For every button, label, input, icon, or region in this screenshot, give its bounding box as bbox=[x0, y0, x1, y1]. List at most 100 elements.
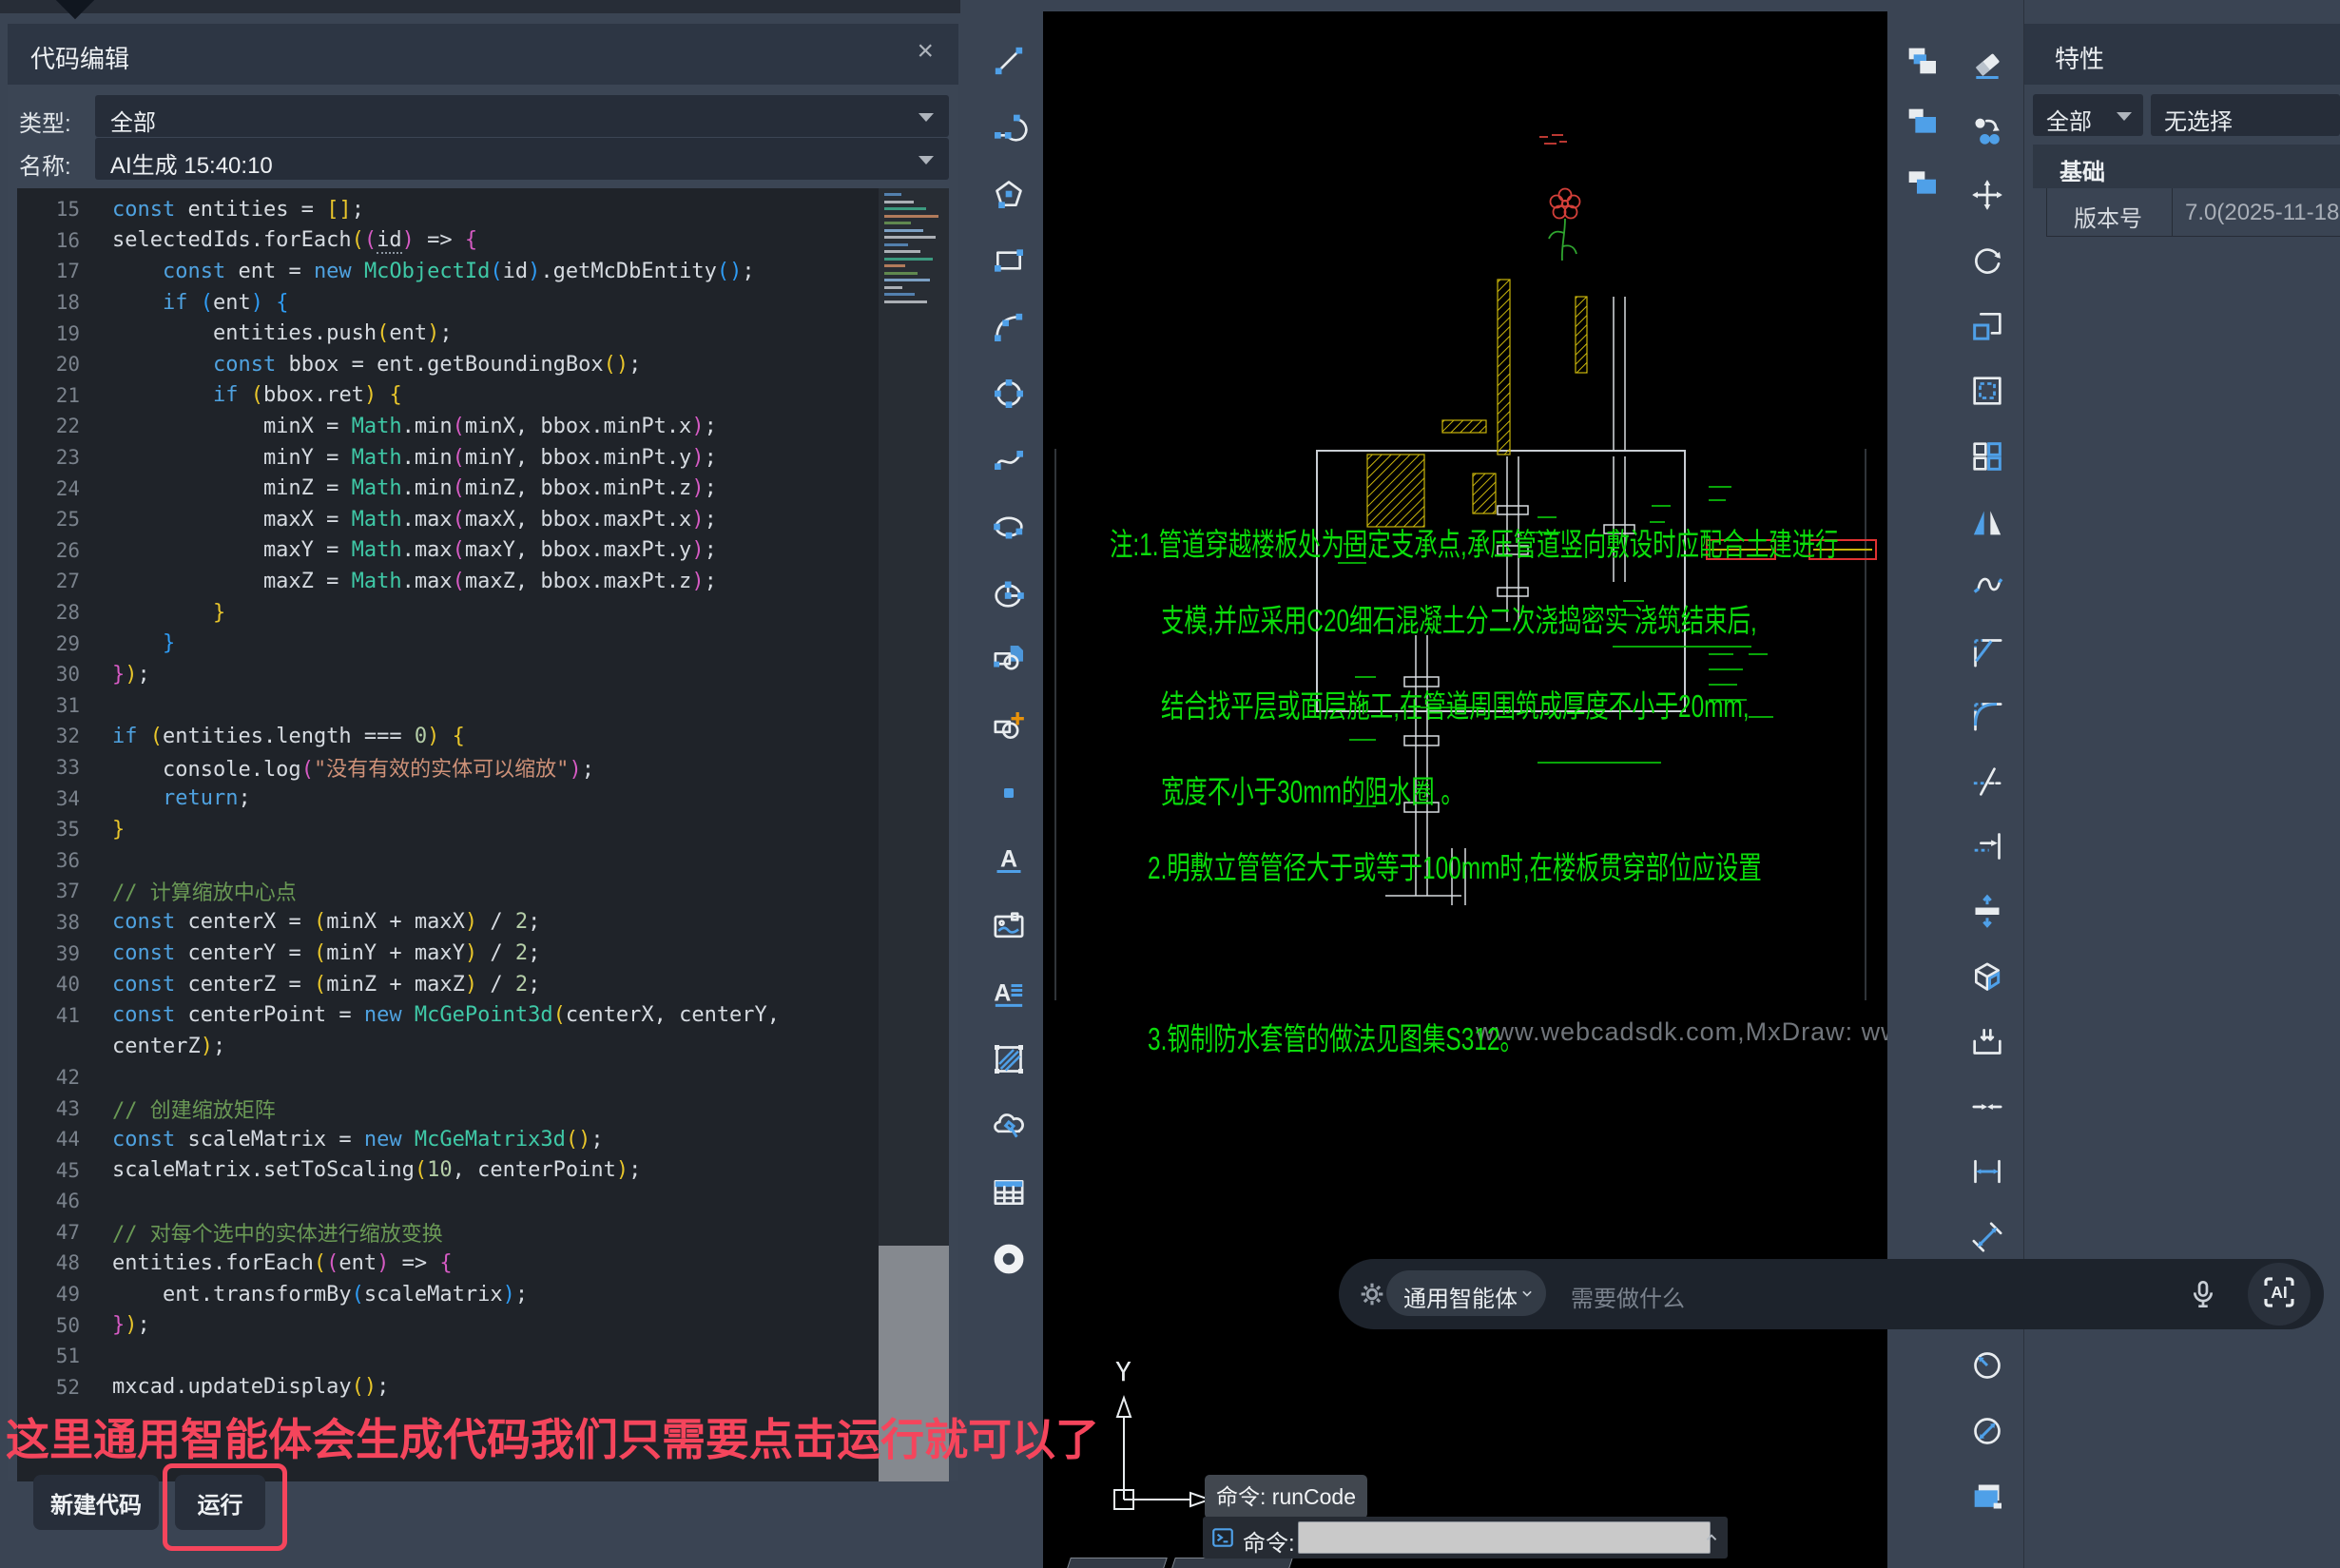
chevron-down-icon bbox=[2117, 112, 2132, 121]
select-icon bbox=[1968, 372, 2006, 410]
tool-create-block[interactable] bbox=[986, 704, 1032, 749]
code-line: 24 minZ = Math.min(minZ, bbox.minPt.z); bbox=[17, 473, 879, 504]
tool-rotate[interactable] bbox=[1964, 238, 2010, 283]
tool-move[interactable] bbox=[1964, 172, 2010, 218]
agent-select[interactable]: 通用智能体 bbox=[1386, 1270, 1546, 1316]
svg-text:AI: AI bbox=[2271, 1283, 2288, 1302]
code-line: 38const centerX = (minX + maxX) / 2; bbox=[17, 907, 879, 939]
tab-layout1[interactable]: Layout1 bbox=[1162, 1558, 1293, 1568]
tool-chamfer[interactable] bbox=[1964, 629, 2010, 675]
property-label: 版本号 bbox=[2074, 200, 2142, 233]
tool-polygon[interactable] bbox=[986, 171, 1032, 217]
code-line: 16selectedIds.forEach((id) => { bbox=[17, 225, 879, 257]
polygon-icon bbox=[990, 175, 1028, 213]
properties-filter-select[interactable]: 全部 bbox=[2033, 94, 2143, 136]
minimap-strip[interactable] bbox=[879, 188, 949, 1481]
cad-note-5: 2.明敷立管管径大于或等于100mm时,在楼板贯穿部位应设置 bbox=[1148, 842, 1887, 888]
name-select[interactable]: AI生成 15:40:10 bbox=[95, 138, 949, 180]
tab-model[interactable]: Model bbox=[1057, 1558, 1168, 1568]
chevron-up-icon[interactable] bbox=[1701, 1527, 1722, 1548]
tool-join[interactable] bbox=[1964, 1084, 2010, 1130]
tool-extend[interactable] bbox=[1964, 823, 2010, 869]
tool-insert-block[interactable] bbox=[986, 637, 1032, 683]
tool-viewport[interactable] bbox=[1964, 1474, 2010, 1520]
tool-dim-aligned[interactable] bbox=[1964, 1214, 2010, 1260]
tool-spline[interactable] bbox=[986, 437, 1032, 483]
tool-mtext[interactable]: A bbox=[986, 970, 1032, 1016]
code-line: 31 bbox=[17, 690, 879, 722]
svg-text:A: A bbox=[994, 979, 1011, 1006]
tool-circle[interactable] bbox=[986, 371, 1032, 416]
command-input[interactable] bbox=[1298, 1521, 1711, 1554]
cad-note-3: 结合找平层或面层施工,在管道周围筑成厚度不小于20mm, bbox=[1161, 681, 1887, 726]
tool-draw-order-top[interactable] bbox=[1899, 38, 1944, 84]
tool-ellipse-arc[interactable] bbox=[986, 571, 1032, 616]
tool-donut[interactable] bbox=[986, 1236, 1032, 1282]
microphone-icon[interactable] bbox=[2185, 1276, 2221, 1312]
type-select[interactable]: 全部 bbox=[95, 95, 949, 137]
dim-linear-icon bbox=[1968, 1152, 2006, 1191]
tool-copy[interactable] bbox=[1964, 108, 2010, 154]
code-line: 17 const ent = new McObjectId(id).getMcD… bbox=[17, 256, 879, 287]
code-line: 18 if (ent) { bbox=[17, 287, 879, 319]
text-icon: A bbox=[990, 841, 1028, 879]
property-value: 7.0(2025-11-18 20:48 0 bbox=[2185, 200, 2340, 226]
tool-hatch[interactable] bbox=[986, 1036, 1032, 1082]
tool-select[interactable] bbox=[1964, 368, 2010, 414]
chevron-down-icon bbox=[1518, 1284, 1537, 1303]
code-editor[interactable]: 15const entities = [];16selectedIds.forE… bbox=[17, 188, 949, 1481]
tool-dim-linear[interactable] bbox=[1964, 1149, 2010, 1194]
tool-explode[interactable] bbox=[1964, 955, 2010, 1000]
ai-button[interactable]: AI bbox=[2248, 1263, 2311, 1326]
run-button[interactable]: 运行 bbox=[175, 1475, 265, 1530]
tool-trim[interactable] bbox=[1964, 759, 2010, 804]
terminal-icon bbox=[1210, 1525, 1235, 1550]
code-line: 34 return; bbox=[17, 783, 879, 814]
tool-edit-spline[interactable] bbox=[1964, 562, 2010, 608]
curve-icon bbox=[990, 308, 1028, 346]
tool-table[interactable] bbox=[986, 1170, 1032, 1215]
ai-input[interactable]: 需要做什么 bbox=[1571, 1280, 1685, 1313]
gear-icon[interactable] bbox=[1356, 1278, 1388, 1310]
gear-icon bbox=[1356, 1278, 1388, 1310]
code-line: 30}); bbox=[17, 659, 879, 690]
array-icon bbox=[1968, 437, 2006, 475]
tool-draw-order-bottom[interactable] bbox=[1899, 99, 1944, 145]
code-line: 39const centerY = (minY + maxY) / 2; bbox=[17, 938, 879, 969]
tool-line[interactable] bbox=[986, 38, 1032, 84]
tool-scale[interactable] bbox=[1964, 302, 2010, 348]
cad-canvas[interactable]: Y 注:1.管道穿越楼板处为固定支承点,承压管道竖向敷设时应配合土建进行 支模,… bbox=[1043, 11, 1887, 1568]
section-basic[interactable]: 基础 bbox=[2033, 145, 2340, 188]
tool-array[interactable] bbox=[1964, 434, 2010, 479]
insert-block-icon bbox=[990, 641, 1028, 679]
draw-order-above-icon bbox=[1903, 164, 1941, 202]
tool-point[interactable] bbox=[986, 770, 1032, 816]
code-line: 22 minX = Math.min(minX, bbox.minPt.x); bbox=[17, 411, 879, 442]
code-lines: 15const entities = [];16selectedIds.forE… bbox=[17, 194, 879, 1403]
tool-text[interactable]: A bbox=[986, 837, 1032, 882]
close-icon[interactable]: × bbox=[917, 35, 934, 68]
code-line: 33 console.log("没有有效的实体可以缩放"); bbox=[17, 752, 879, 784]
tool-stretch[interactable] bbox=[1964, 887, 2010, 933]
name-value: AI生成 15:40:10 bbox=[110, 146, 273, 180]
tool-erase[interactable] bbox=[1964, 43, 2010, 88]
tool-arc[interactable] bbox=[986, 105, 1032, 150]
spline-icon bbox=[990, 441, 1028, 479]
tool-dim-radius[interactable] bbox=[1964, 1343, 2010, 1388]
tool-draw-order-above[interactable] bbox=[1899, 160, 1944, 205]
code-line: 28 } bbox=[17, 597, 879, 629]
tool-fillet[interactable] bbox=[1964, 693, 2010, 739]
tool-curve[interactable] bbox=[986, 304, 1032, 350]
tool-dim-diameter[interactable] bbox=[1964, 1408, 2010, 1454]
ellipse-icon bbox=[990, 508, 1028, 546]
tool-image[interactable] bbox=[986, 903, 1032, 949]
tool-revision-cloud[interactable] bbox=[986, 1103, 1032, 1149]
tool-break[interactable] bbox=[1964, 1018, 2010, 1064]
tool-rectangle[interactable] bbox=[986, 238, 1032, 283]
code-line: 21 if (bbox.ret) { bbox=[17, 380, 879, 412]
mtext-icon: A bbox=[990, 974, 1028, 1012]
tool-mirror[interactable] bbox=[1964, 499, 2010, 545]
mxcad-app: 代码编辑 × 类型: 全部 名称: AI生成 15:40:10 15const … bbox=[0, 0, 2340, 1568]
new-code-button[interactable]: 新建代码 bbox=[33, 1475, 159, 1530]
tool-ellipse[interactable] bbox=[986, 504, 1032, 550]
